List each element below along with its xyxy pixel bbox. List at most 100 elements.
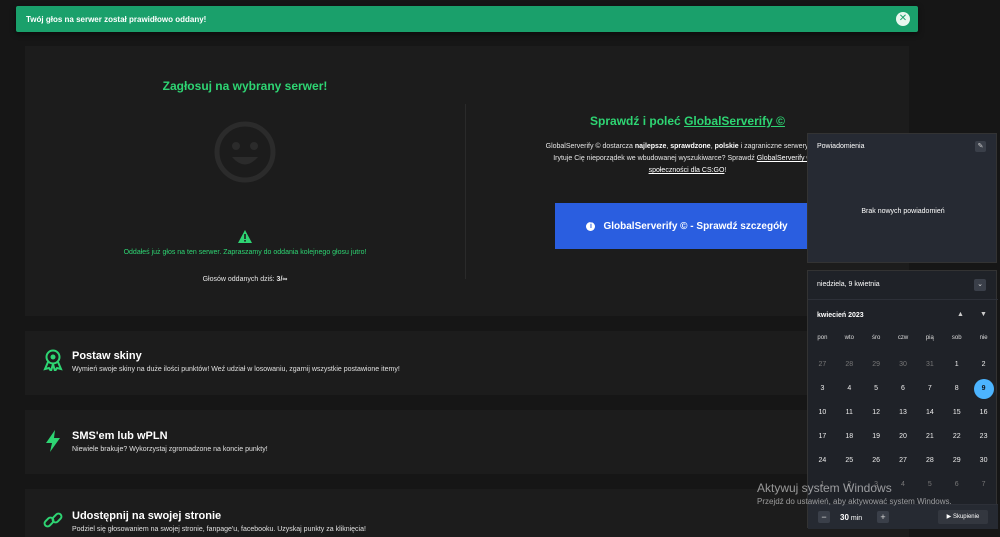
weekday-label: czw	[897, 335, 909, 341]
promo-desc-end: !	[724, 167, 727, 174]
calendar-day[interactable]: 16	[970, 401, 997, 425]
calendar-day[interactable]: 30	[890, 353, 917, 377]
notification-title: Powiadomienia	[817, 143, 865, 150]
no-notifications-text: Brak nowych powiadomień	[861, 208, 945, 215]
calendar-day[interactable]: 6	[890, 377, 917, 401]
calendar-month[interactable]: kwiecień 2023	[817, 312, 864, 319]
weekday-label: śro	[871, 335, 881, 341]
calendar-day[interactable]: 25	[836, 449, 863, 473]
calendar-day[interactable]: 24	[809, 449, 836, 473]
calendar-days: 27 28 29 30 31 1 2 3 4 5 6 7 8 9 10 11 12 13 14 15 16 17 18 19 2…	[809, 353, 997, 497]
calendar-day[interactable]: 5	[863, 377, 890, 401]
focus-duration-unit: min	[848, 515, 863, 522]
calendar-day[interactable]: 2	[970, 353, 997, 377]
feature-title: Postaw skiny	[72, 350, 142, 362]
calendar-day[interactable]: 22	[943, 425, 970, 449]
calendar-day[interactable]: 1	[943, 353, 970, 377]
calendar-day[interactable]: 28	[836, 353, 863, 377]
decrease-button[interactable]: −	[818, 511, 830, 523]
success-toast: Twój głos na serwer został prawidłowo od…	[16, 6, 918, 32]
arrow-down-icon[interactable]: ▼	[980, 311, 987, 318]
edit-icon[interactable]: ✎	[975, 141, 986, 152]
calendar-day[interactable]: 11	[836, 401, 863, 425]
focus-bar: − 30 min + ▶ Skupienie	[808, 504, 998, 529]
weekday-header: pon wto śro czw pią sob nie	[809, 335, 997, 347]
activation-watermark-title: Aktywuj system Windows	[757, 481, 892, 495]
page: Twój głos na serwer został prawidłowo od…	[0, 0, 1000, 537]
toast-message: Twój głos na serwer został prawidłowo od…	[26, 14, 207, 24]
calendar-day[interactable]: 12	[863, 401, 890, 425]
weekday-label: nie	[979, 335, 988, 341]
vote-panel: Zagłosuj na wybrany serwer! Oddałeś już …	[25, 46, 909, 316]
calendar-day[interactable]: 17	[809, 425, 836, 449]
link-icon	[43, 512, 63, 528]
feature-skins[interactable]: Postaw skiny Wymień swoje skiny na duże …	[25, 331, 909, 395]
weekday-label: pon	[817, 335, 828, 341]
increase-button[interactable]: +	[877, 511, 889, 523]
weekday-label: sob	[951, 335, 962, 341]
calendar-grid: pon wto śro czw pią sob nie 27 28 29 30 31 1 2 3 4 5 6 7 8…	[809, 335, 997, 497]
calendar-day[interactable]: 4	[890, 473, 917, 497]
calendar-day[interactable]: 29	[943, 449, 970, 473]
focus-start-button[interactable]: ▶ Skupienie	[938, 510, 988, 524]
calendar-day[interactable]: 31	[916, 353, 943, 377]
promo-desc-bold: sprawdzone	[670, 143, 711, 150]
promo-title: Sprawdź i poleć GlobalServerify ©	[466, 114, 909, 128]
weekday-label: pią	[925, 335, 934, 341]
vote-section: Zagłosuj na wybrany serwer! Oddałeś już …	[25, 46, 465, 316]
calendar-day[interactable]: 5	[916, 473, 943, 497]
globalserverify-details-button[interactable]: i GlobalServerify © - Sprawdź szczegóły	[555, 203, 819, 249]
calendar-day[interactable]: 6	[943, 473, 970, 497]
feature-title: Udostępnij na swojej stronie	[72, 510, 222, 522]
promo-title-prefix: Sprawdź i poleć	[590, 114, 685, 128]
calendar-day-today[interactable]: 9	[970, 377, 997, 401]
calendar-day[interactable]: 21	[916, 425, 943, 449]
lightning-icon	[46, 430, 60, 452]
calendar-day[interactable]: 27	[809, 353, 836, 377]
calendar-day[interactable]: 20	[890, 425, 917, 449]
calendar-day[interactable]: 3	[809, 377, 836, 401]
calendar-day[interactable]: 27	[890, 449, 917, 473]
promo-desc-bold: najlepsze	[634, 143, 667, 150]
info-icon: i	[586, 221, 596, 231]
calendar-day[interactable]: 7	[916, 377, 943, 401]
calendar-day[interactable]: 8	[943, 377, 970, 401]
promo-title-link[interactable]: GlobalServerify ©	[684, 114, 785, 128]
calendar-day[interactable]: 19	[863, 425, 890, 449]
calendar-day[interactable]: 26	[863, 449, 890, 473]
calendar-day[interactable]: 23	[970, 425, 997, 449]
calendar-day[interactable]: 15	[943, 401, 970, 425]
calendar-day[interactable]: 10	[809, 401, 836, 425]
calendar-day[interactable]: 29	[863, 353, 890, 377]
promo-desc-line2: Irytuje Cię nieporządek we wbudowanej wy…	[553, 155, 757, 162]
feature-description: Podziel się głosowaniem na swojej stroni…	[72, 526, 366, 533]
arrow-up-icon[interactable]: ▲	[957, 311, 964, 318]
award-icon	[43, 349, 63, 371]
notification-panel: Powiadomienia ✎ Brak nowych powiadomień	[807, 133, 997, 263]
vote-title: Zagłosuj na wybrany serwer!	[162, 79, 328, 93]
calendar-full-date: niedziela, 9 kwietnia	[817, 281, 880, 288]
calendar-day[interactable]: 18	[836, 425, 863, 449]
button-label: GlobalServerify © - Sprawdź szczegóły	[603, 220, 788, 232]
divider	[808, 299, 998, 300]
chevron-down-icon[interactable]: ⌄	[974, 279, 986, 291]
smiley-icon	[214, 121, 276, 183]
vote-count: Głosów oddanych dziś: 3/∞	[25, 276, 465, 283]
vote-count-value: 3/∞	[276, 276, 288, 283]
promo-desc-link[interactable]: społeczności dla CS:GO	[649, 167, 725, 174]
feature-sms[interactable]: SMS'em lub wPLN Niewiele brakuje? Wykorz…	[25, 410, 909, 474]
calendar-day[interactable]: 13	[890, 401, 917, 425]
focus-duration-value: 30	[840, 513, 849, 522]
calendar-day-label: 9	[973, 379, 994, 399]
close-icon[interactable]: ✕	[896, 12, 910, 26]
calendar-day[interactable]: 30	[970, 449, 997, 473]
focus-duration: 30 min	[840, 513, 862, 522]
calendar-day[interactable]: 28	[916, 449, 943, 473]
warning-icon	[238, 230, 252, 243]
feature-description: Niewiele brakuje? Wykorzystaj zgromadzon…	[72, 446, 268, 453]
calendar-day[interactable]: 4	[836, 377, 863, 401]
calendar-day[interactable]: 7	[970, 473, 997, 497]
calendar-day[interactable]: 14	[916, 401, 943, 425]
feature-title: SMS'em lub wPLN	[72, 430, 168, 442]
weekday-label: wto	[844, 335, 854, 341]
